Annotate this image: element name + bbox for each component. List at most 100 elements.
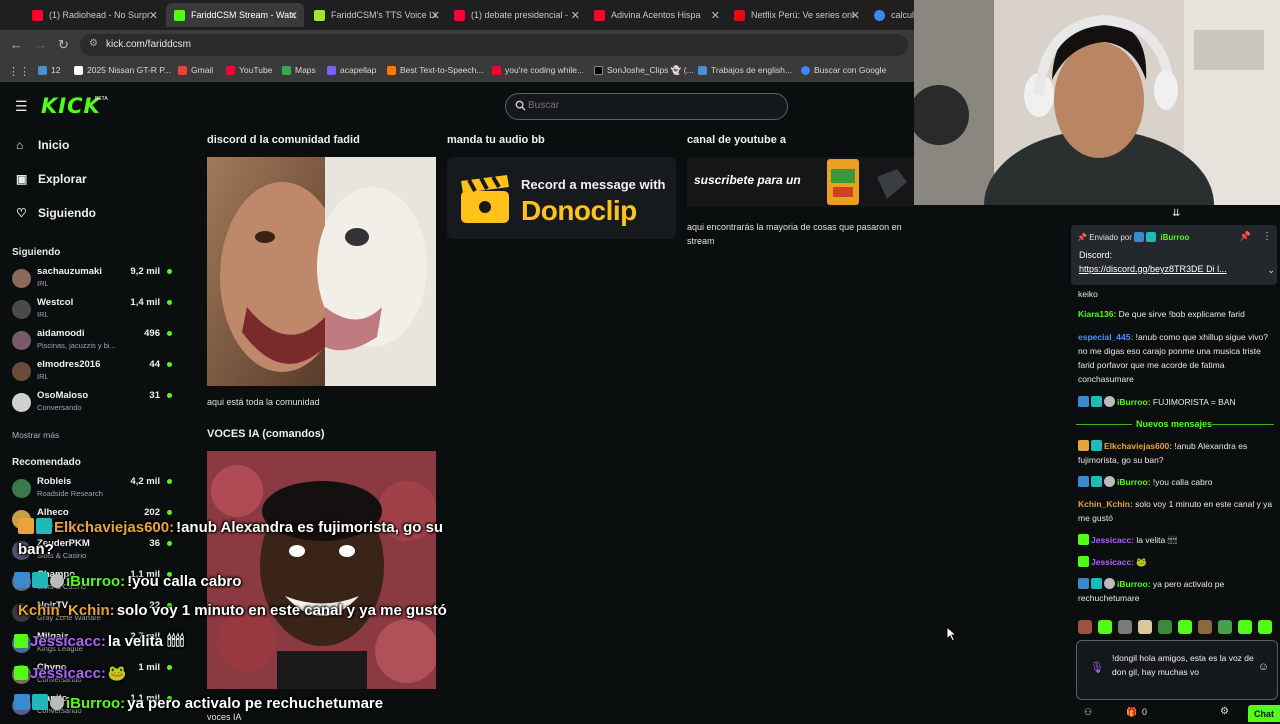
live-dot-icon bbox=[167, 541, 172, 546]
chat-message: iBurroo: FUJIMORISTA = BAN bbox=[1078, 395, 1273, 409]
search-input[interactable] bbox=[528, 100, 768, 111]
settings-icon[interactable]: ⚙ bbox=[1220, 706, 1229, 717]
avatar bbox=[12, 479, 31, 498]
browser-tab[interactable]: calcula bbox=[866, 3, 914, 27]
emote-icon[interactable] bbox=[1178, 620, 1192, 634]
channel-item[interactable]: sachauzumaki IRL 9,2 mil bbox=[12, 266, 172, 294]
crown-badge-icon bbox=[18, 518, 34, 534]
bookmark[interactable]: Maps bbox=[282, 65, 316, 75]
nav-following[interactable]: ♡ Siguiendo bbox=[16, 206, 96, 220]
smiling-man-image bbox=[207, 451, 436, 689]
menu-icon[interactable]: ☰ bbox=[15, 98, 28, 115]
voces-panel-image[interactable] bbox=[207, 451, 436, 689]
bookmark[interactable]: Trabajos de english... bbox=[698, 65, 792, 75]
browser-tab[interactable]: Netflix Perú: Ve series onl ✕ bbox=[726, 3, 866, 27]
reload-icon[interactable]: ↻ bbox=[58, 37, 69, 53]
emote-icon[interactable] bbox=[1258, 620, 1272, 634]
sub-badge-icon bbox=[1078, 556, 1089, 567]
bookmark[interactable]: 12 bbox=[38, 65, 60, 75]
close-tab-icon[interactable]: ✕ bbox=[289, 9, 298, 22]
forward-icon[interactable]: → bbox=[34, 37, 47, 52]
channel-name: Westcol bbox=[37, 297, 74, 308]
youtube-icon bbox=[226, 65, 235, 75]
bookmark[interactable]: 2025 Nissan GT-R P... bbox=[74, 65, 171, 75]
microphone-icon[interactable]: 🎙 bbox=[1090, 661, 1104, 674]
live-dot-icon bbox=[167, 479, 172, 484]
tab-title: calcula bbox=[891, 10, 914, 20]
back-icon[interactable]: ← bbox=[10, 37, 23, 52]
collapse-chevron-icon[interactable]: ⇊ bbox=[1172, 208, 1180, 219]
close-tab-icon[interactable]: ✕ bbox=[711, 9, 720, 22]
browser-tab[interactable]: (1) debate presidencial - ✕ bbox=[446, 3, 586, 27]
youtube-banner[interactable]: suscribete para un bbox=[687, 157, 914, 207]
channel-item[interactable]: aidamoodi Piscinas, jacuzzis y bi... 496 bbox=[12, 328, 172, 356]
send-chat-button[interactable]: Chat bbox=[1248, 705, 1280, 722]
site-info-icon[interactable]: ⚙ bbox=[89, 38, 98, 49]
pin-icon[interactable]: 📌 bbox=[1240, 231, 1251, 242]
apps-icon[interactable]: ⋮⋮ bbox=[8, 65, 30, 78]
emote-icon[interactable] bbox=[1098, 620, 1112, 634]
bookmark[interactable]: SonJoshe_Clips 👻 (... bbox=[594, 65, 694, 76]
show-more-link[interactable]: Mostrar más bbox=[12, 430, 59, 440]
moderator-badge-icon bbox=[1078, 396, 1089, 407]
close-tab-icon[interactable]: ✕ bbox=[149, 9, 158, 22]
chevron-down-icon[interactable]: ⌄ bbox=[1267, 265, 1275, 276]
emote-icon[interactable] bbox=[1118, 620, 1132, 634]
users-icon[interactable]: ⚇ bbox=[1084, 707, 1092, 718]
browser-tab[interactable]: Adivina Acentos Hispa ✕ bbox=[586, 3, 726, 27]
overlay-chat-line: Jessicacc: la velita 🕯🕯🕯🕯 bbox=[14, 633, 184, 650]
emoji-picker-icon[interactable]: ☺ bbox=[1258, 661, 1269, 673]
kick-logo[interactable]: KICK bbox=[41, 94, 101, 118]
panel-desc-discord: aqui está toda la comunidad bbox=[207, 397, 320, 407]
sub-badge-icon bbox=[32, 572, 48, 588]
chat-input-text[interactable]: !dongil hola amigos, esta es la voz de d… bbox=[1112, 651, 1262, 679]
channel-item[interactable]: elmodres2016 IRL 44 bbox=[12, 359, 172, 387]
bookmark[interactable]: Gmail bbox=[178, 65, 213, 75]
emote-icon[interactable] bbox=[1158, 620, 1172, 634]
youtube-icon bbox=[492, 65, 501, 75]
emote-icon[interactable] bbox=[1078, 620, 1092, 634]
overlay-chat-line: iBurroo: !you calla cabro bbox=[14, 572, 241, 590]
channel-name: Alheco bbox=[37, 507, 69, 518]
channel-item[interactable]: Westcol IRL 1,4 mil bbox=[12, 297, 172, 325]
emote-icon[interactable] bbox=[1218, 620, 1232, 634]
search-box[interactable] bbox=[505, 93, 788, 120]
sub-badge-icon bbox=[36, 518, 52, 534]
channel-item[interactable]: Robleis Roadside Research 4,2 mil bbox=[12, 476, 172, 504]
gift-icon[interactable]: 🎁 bbox=[1126, 707, 1137, 718]
emote-icon[interactable] bbox=[1198, 620, 1212, 634]
bookmark[interactable]: Best Text-to-Speech... bbox=[387, 65, 483, 75]
discord-panel-image[interactable] bbox=[207, 157, 436, 386]
wikipedia-icon bbox=[74, 65, 83, 75]
pinned-link[interactable]: https://discord.gg/beyz8TR3DE Di l... bbox=[1079, 264, 1227, 274]
close-tab-icon[interactable]: ✕ bbox=[851, 9, 860, 22]
bookmark[interactable]: YouTube bbox=[226, 65, 272, 75]
close-tab-icon[interactable]: ✕ bbox=[431, 9, 440, 22]
browser-tab[interactable]: FariddCSM's TTS Voice Li ✕ bbox=[306, 3, 446, 27]
channel-category: Conversando bbox=[37, 403, 82, 412]
nav-explore[interactable]: ▣ Explorar bbox=[16, 172, 87, 186]
bookmark[interactable]: Buscar con Google bbox=[801, 65, 886, 75]
chat-input[interactable]: 🎙 !dongil hola amigos, esta es la voz de… bbox=[1076, 640, 1278, 700]
more-options-icon[interactable]: ⋮ bbox=[1262, 231, 1272, 242]
beta-badge: BETA bbox=[95, 96, 108, 102]
bookmark[interactable]: you're coding while... bbox=[492, 65, 584, 75]
browser-tab[interactable]: (1) Radiohead - No Surpr ✕ bbox=[24, 3, 164, 27]
live-dot-icon bbox=[167, 331, 172, 336]
browser-tab-bar: (1) Radiohead - No Surpr ✕ FariddCSM Stre… bbox=[0, 0, 914, 30]
channel-item[interactable]: OsoMaloso Conversando 31 bbox=[12, 390, 172, 418]
new-messages-label[interactable]: Nuevos mensajes bbox=[1136, 419, 1212, 429]
emote-icon[interactable] bbox=[1138, 620, 1152, 634]
url-field[interactable]: ⚙ kick.com/fariddcsm bbox=[80, 34, 908, 56]
moderator-badge-icon bbox=[14, 572, 30, 588]
bookmark[interactable]: acapellap bbox=[327, 65, 376, 75]
donoclip-banner[interactable]: Record a message with Donoclip bbox=[447, 157, 676, 239]
pinned-message[interactable]: 📌 Enviado por iBurroo 📌 ⋮ Discord: https… bbox=[1071, 225, 1277, 285]
emote-icon[interactable] bbox=[1238, 620, 1252, 634]
close-tab-icon[interactable]: ✕ bbox=[571, 9, 580, 22]
tts-icon bbox=[314, 9, 325, 21]
nav-home[interactable]: ⌂ Inicio bbox=[16, 138, 69, 152]
browser-tab-active[interactable]: FariddCSM Stream - Watc ✕ bbox=[166, 3, 304, 27]
chat-message: iBurroo: ya pero activalo pe rechuchetum… bbox=[1078, 578, 1225, 603]
maps-icon bbox=[282, 65, 291, 75]
